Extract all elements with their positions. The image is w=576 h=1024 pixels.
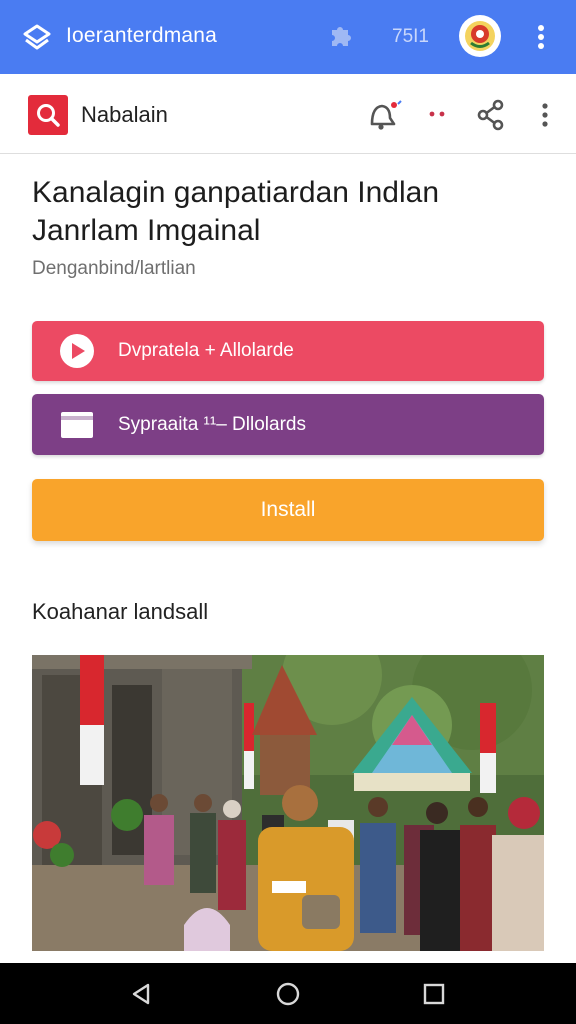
article-headline: Kanalagin ganpatiardan Indlan Janrlam Im… [32, 174, 552, 250]
notification-bell-icon[interactable] [364, 98, 404, 132]
home-circle-icon[interactable] [275, 981, 301, 1007]
share-icon[interactable] [476, 98, 506, 132]
system-nav-bar [0, 963, 576, 1024]
page-name: Nabalain [81, 102, 168, 127]
search-button[interactable] [28, 95, 68, 135]
dots-icon[interactable] [426, 106, 448, 122]
kebab-menu-icon[interactable] [531, 22, 551, 52]
puzzle-icon[interactable] [326, 22, 356, 52]
search-icon [37, 104, 60, 127]
primary-action-label: Dvpratela + Allolarde [118, 340, 294, 361]
headline-line-2: Janrlam Imgainal [32, 214, 261, 247]
app-title: Ioeranterdmana [66, 24, 218, 47]
more-vert-icon[interactable] [536, 98, 554, 132]
app-bar: Ioeranterdmana 75I1 [0, 0, 576, 74]
back-triangle-icon[interactable] [128, 981, 154, 1007]
secondary-action-label: Sypraaita ¹¹– Dllolards [118, 413, 306, 435]
install-button[interactable]: Install [32, 479, 544, 541]
layers-logo-icon[interactable] [22, 23, 52, 53]
secondary-action-button[interactable]: Sypraaita ¹¹– Dllolards [32, 394, 544, 455]
page-toolbar: Nabalain [0, 74, 576, 154]
emblem-avatar[interactable] [459, 15, 501, 57]
section-title: Koahanar landsall [32, 599, 209, 624]
event-photo [32, 655, 544, 951]
count-readout: 75I1 [392, 26, 429, 47]
headline-line-1: Kanalagin ganpatiardan Indlan [32, 176, 440, 209]
recents-square-icon[interactable] [421, 981, 447, 1007]
play-circle-icon [60, 334, 94, 368]
primary-action-button[interactable]: Dvpratela + Allolarde [32, 321, 544, 381]
card-icon [61, 411, 93, 438]
install-label: Install [260, 498, 316, 521]
article-subtitle: Denganbind/lartlian [32, 258, 196, 279]
